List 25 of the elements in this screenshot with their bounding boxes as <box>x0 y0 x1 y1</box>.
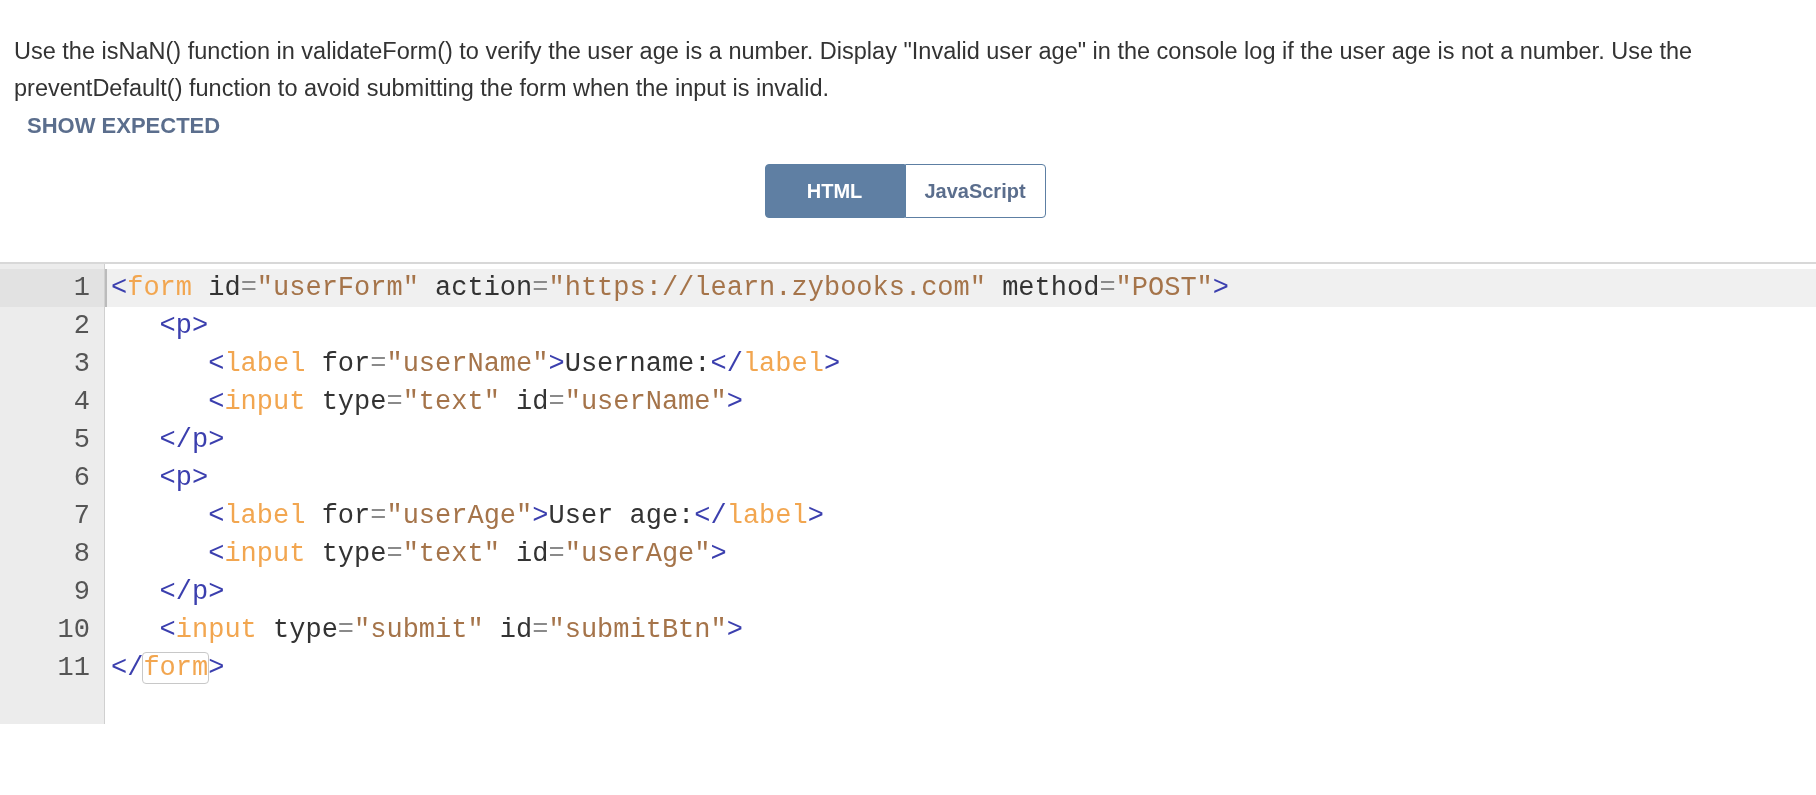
code-line: <input type="submit" id="submitBtn"> <box>158 614 744 647</box>
line-number: 11 <box>56 652 91 685</box>
show-expected-button[interactable]: SHOW EXPECTED <box>27 113 221 139</box>
line-number: 1 <box>0 269 104 307</box>
line-number: 10 <box>56 614 91 647</box>
code-line: <label for="userName">Username:</label> <box>207 348 842 381</box>
instructions-text: Use the isNaN() function in validateForm() to verify the user age is a number. Display "Invalid user age" in the console log if the user age is not a number. Use the preventDefault() function to avoid submitting the form when the input is invalid. <box>14 37 1694 103</box>
line-number: 4 <box>72 386 91 419</box>
line-number: 2 <box>72 310 91 343</box>
code-line: <input type="text" id="userAge"> <box>207 538 728 571</box>
line-number: 5 <box>72 424 91 457</box>
line-number: 9 <box>72 576 91 609</box>
code-line: </p> <box>158 424 226 457</box>
code-line: <label for="userAge">User age:</label> <box>207 500 825 533</box>
line-number: 8 <box>72 538 91 571</box>
code-line: <p> <box>158 462 210 495</box>
line-number: 7 <box>72 500 91 533</box>
line-number: 3 <box>72 348 91 381</box>
code-line: <input type="text" id="userName"> <box>207 386 744 419</box>
code-line: </form> <box>110 652 226 685</box>
code-line: </p> <box>158 576 226 609</box>
language-tab[interactable]: HTML <box>764 164 905 218</box>
line-number: 6 <box>72 462 91 495</box>
language-tab[interactable]: JavaScript <box>904 164 1046 218</box>
code-line: <p> <box>158 310 210 343</box>
